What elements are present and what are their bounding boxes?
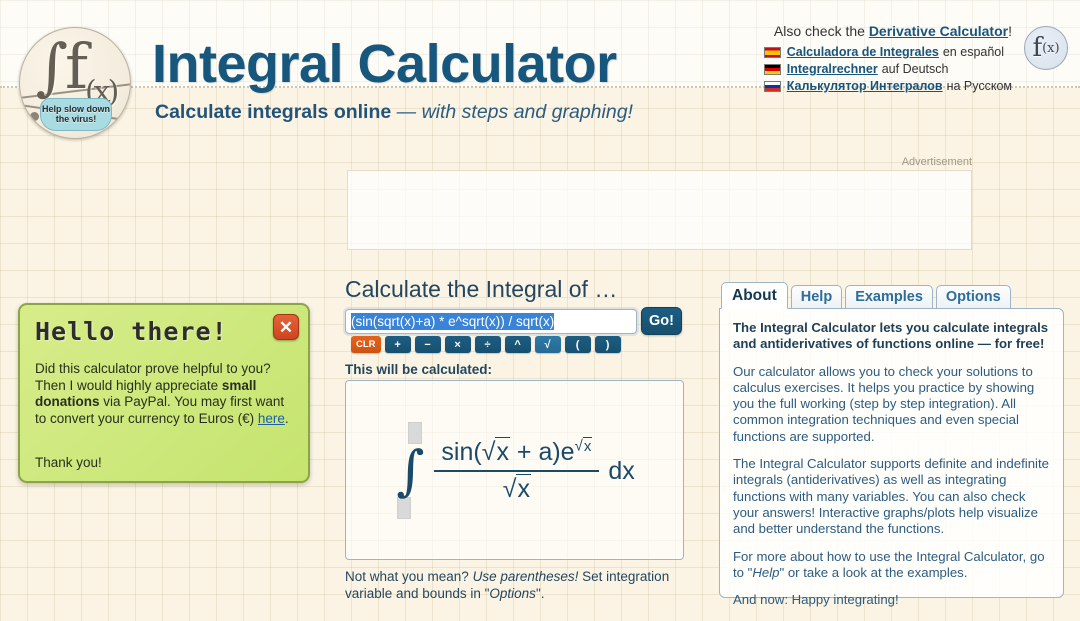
donation-thanks: Thank you! — [35, 455, 102, 470]
advertisement-box — [347, 170, 972, 250]
close-icon[interactable]: ✕ — [273, 314, 299, 340]
multiply-button[interactable]: × — [444, 336, 471, 353]
hint-text-3: ". — [535, 586, 545, 601]
logo-mask-badge: Help slow down the virus! — [40, 98, 112, 131]
donation-popup-title: Hello there! — [35, 317, 228, 346]
also-check-prefix: Also check the — [773, 23, 869, 39]
formula-denominator: √x — [502, 474, 531, 504]
currency-converter-link[interactable]: here — [258, 411, 285, 426]
also-check-line: Also check the Derivative Calculator! — [774, 23, 1012, 39]
clear-button[interactable]: CLR — [351, 336, 381, 353]
hint-italic-2: Options — [489, 586, 536, 601]
open-paren-button[interactable]: ( — [564, 336, 591, 353]
sqrt-button[interactable]: √ — [534, 336, 561, 353]
language-row-de[interactable]: Integralrechner auf Deutsch — [763, 61, 1012, 77]
donation-text-3: . — [284, 410, 289, 426]
also-check-suffix: ! — [1008, 23, 1012, 39]
function-input-value: (sin(sqrt(x)+a) * e^sqrt(x)) / sqrt(x) — [351, 313, 555, 330]
subtitle-italic: — with steps and graphing! — [396, 101, 633, 123]
mask-knob-icon — [30, 112, 39, 121]
about-tab-panel: The Integral Calculator lets you calcula… — [719, 308, 1064, 607]
formula-preview-box: ∫ sin(√x + a)e√x √x dx — [345, 380, 684, 560]
about-p3-part2: " or take a look at the examples. — [779, 564, 968, 580]
language-row-es[interactable]: Calculadora de Integrales en español — [763, 44, 1012, 60]
link-spanish[interactable]: Calculadora de Integrales — [787, 45, 939, 59]
power-button[interactable]: ^ — [504, 336, 531, 353]
about-paragraph-1: Our calculator allows you to check your … — [733, 363, 1035, 444]
operator-button-bar: CLR + − × ÷ ^ √ ( ) — [351, 336, 621, 353]
site-logo[interactable]: ∫f(x) Help slow down the virus! — [19, 27, 131, 139]
russia-flag-icon — [763, 80, 781, 92]
tab-options[interactable]: Options — [935, 285, 1011, 309]
subtitle-bold: Calculate integrals online — [155, 101, 392, 123]
divide-button[interactable]: ÷ — [474, 336, 501, 353]
about-paragraph-2: The Integral Calculator supports definit… — [733, 456, 1049, 537]
plus-button[interactable]: + — [384, 336, 411, 353]
hint-text-1: Not what you mean? — [345, 569, 473, 584]
page-subtitle: Calculate integrals online — with steps … — [155, 101, 633, 124]
suffix-russian: на Русском — [946, 79, 1012, 93]
tab-examples[interactable]: Examples — [845, 285, 933, 309]
integral-sign-icon: ∫ — [396, 439, 425, 502]
donation-popup-body: Did this calculator prove helpful to you… — [35, 361, 297, 427]
formula-differential: dx — [608, 456, 635, 485]
derivative-calculator-link[interactable]: Derivative Calculator — [869, 23, 1008, 39]
page-title: Integral Calculator — [152, 34, 617, 94]
will-be-calculated-label: This will be calculated: — [345, 362, 493, 377]
parentheses-hint: Not what you mean? Use parentheses! Set … — [345, 568, 690, 602]
derivative-calculator-badge-icon[interactable]: f (x) — [1024, 26, 1068, 70]
tab-about[interactable]: About — [721, 282, 788, 309]
close-paren-button[interactable]: ) — [594, 336, 621, 353]
about-lead-paragraph: The Integral Calculator lets you calcula… — [733, 320, 1049, 352]
function-input-field[interactable]: (sin(sqrt(x)+a) * e^sqrt(x)) / sqrt(x) — [345, 309, 637, 334]
donation-popup: Hello there! ✕ Did this calculator prove… — [18, 303, 310, 483]
info-tab-bar: About Help Examples Options — [721, 282, 1014, 309]
calculator-heading: Calculate the Integral of … — [345, 276, 618, 302]
go-button[interactable]: Go! — [641, 307, 682, 335]
link-german[interactable]: Integralrechner — [787, 62, 878, 76]
rendered-formula: ∫ sin(√x + a)e√x √x dx — [346, 381, 685, 561]
link-russian[interactable]: Калькулятор Интегралов — [787, 79, 943, 93]
about-paragraph-4: And now: Happy integrating! — [733, 592, 899, 608]
language-row-ru[interactable]: Калькулятор Интегралов на Русском — [763, 78, 1012, 94]
about-p3-italic: Help — [752, 564, 780, 580]
formula-numerator: sin(√x + a)e√x — [441, 436, 593, 467]
suffix-german: auf Deutsch — [881, 62, 949, 76]
language-links: Calculadora de Integrales en español Int… — [763, 44, 1012, 95]
spain-flag-icon — [763, 46, 781, 58]
tab-help[interactable]: Help — [790, 285, 843, 309]
advertisement-label: Advertisement — [901, 156, 972, 168]
about-paragraph-3: For more about how to use the Integral C… — [733, 549, 1050, 582]
hint-italic-1: Use parentheses! — [472, 569, 579, 584]
suffix-spanish: en español — [942, 45, 1005, 59]
minus-button[interactable]: − — [414, 336, 441, 353]
germany-flag-icon — [763, 63, 781, 75]
formula-fraction: sin(√x + a)e√x √x — [434, 436, 600, 504]
